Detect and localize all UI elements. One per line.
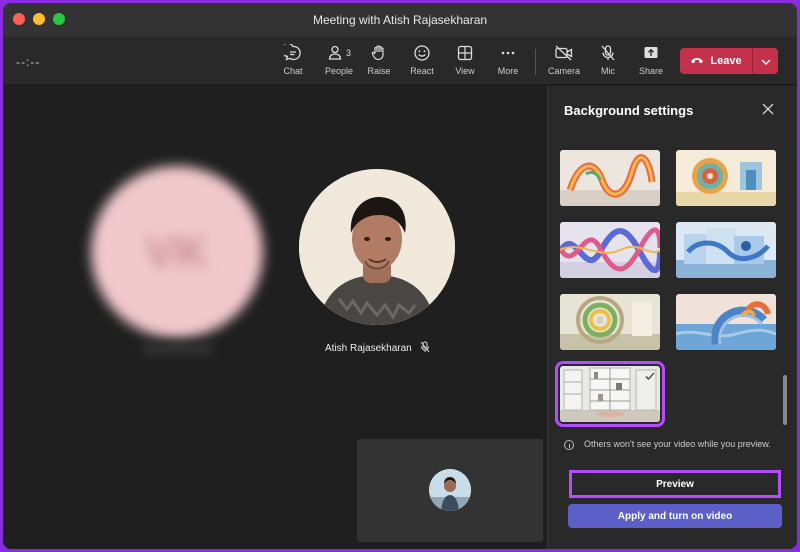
info-icon <box>564 440 574 450</box>
background-thumbnail-ring-tunnel[interactable] <box>560 294 660 350</box>
people-button[interactable]: 3 People <box>317 43 361 79</box>
view-button[interactable]: View <box>445 43 485 79</box>
self-view-tile[interactable] <box>357 439 543 542</box>
meeting-stage: VK Atish Rajasekharan <box>3 86 547 549</box>
background-thumbnail-blue-blocks[interactable] <box>676 222 776 278</box>
participant-name-row: Atish Rajasekharan <box>325 341 430 356</box>
chat-button[interactable]: Chat <box>273 43 313 79</box>
self-avatar <box>429 469 471 511</box>
blurred-participant-avatar: VK <box>91 166 263 338</box>
leave-label: Leave <box>710 55 742 67</box>
meeting-timer: --:-- <box>16 55 41 69</box>
preview-notice-text: Others won't see your video while you pr… <box>584 439 771 449</box>
raise-hand-icon <box>370 43 388 63</box>
background-thumbnail-bookshelf-room[interactable] <box>555 361 665 427</box>
blurred-participant-name <box>143 343 213 355</box>
window-controls <box>13 13 65 25</box>
selected-check-icon <box>644 369 656 381</box>
title-bar: Meeting with Atish Rajasekharan <box>3 3 797 37</box>
background-thumbnail-ribbon-wave[interactable] <box>560 150 660 206</box>
minimize-window-button[interactable] <box>33 13 45 25</box>
participant-initials: VK <box>145 226 209 278</box>
camera-button[interactable]: Camera <box>544 43 584 79</box>
react-button[interactable]: React <box>402 43 442 79</box>
close-icon <box>760 103 776 121</box>
camera-label: Camera <box>547 66 580 76</box>
background-settings-panel: Background settings Others won't see you… <box>547 86 797 549</box>
app-window: Meeting with Atish Rajasekharan --:-- Ch… <box>3 3 797 549</box>
mic-off-icon <box>599 43 617 63</box>
close-panel-button[interactable] <box>760 101 776 117</box>
camera-off-icon <box>554 43 574 63</box>
view-label: View <box>455 66 475 76</box>
leave-options-button[interactable] <box>753 48 778 74</box>
mic-label: Mic <box>601 66 615 76</box>
apply-and-turn-on-video-button[interactable]: Apply and turn on video <box>568 504 782 528</box>
raise-label: Raise <box>367 66 391 76</box>
chevron-down-icon <box>761 52 771 70</box>
panel-title: Background settings <box>564 103 694 118</box>
participant-avatar <box>299 169 455 325</box>
leave-button[interactable]: Leave <box>680 48 752 74</box>
mic-button[interactable]: Mic <box>588 43 628 79</box>
share-icon <box>642 43 660 63</box>
raise-hand-button[interactable]: Raise <box>359 43 399 79</box>
toolbar-divider <box>535 49 536 75</box>
zoom-window-button[interactable] <box>53 13 65 25</box>
window-title: Meeting with Atish Rajasekharan <box>312 13 488 27</box>
share-button[interactable]: Share <box>631 43 671 79</box>
preview-notice: Others won't see your video while you pr… <box>564 438 774 451</box>
close-window-button[interactable] <box>13 13 25 25</box>
leave-button-group: Leave <box>680 48 778 74</box>
panel-scrollbar[interactable] <box>783 375 787 425</box>
more-button[interactable]: More <box>488 43 528 79</box>
mic-muted-icon <box>420 341 430 356</box>
background-thumbnail-helix-ribbon[interactable] <box>560 222 660 278</box>
people-count-badge: 3 <box>345 48 351 58</box>
meeting-toolbar: --:-- Chat 3 People Raise React View Mor… <box>3 37 797 85</box>
people-icon: 3 <box>327 43 351 63</box>
react-icon <box>413 43 431 63</box>
react-label: React <box>410 66 434 76</box>
preview-button[interactable]: Preview <box>569 470 781 498</box>
more-icon <box>499 43 517 63</box>
participant-name: Atish Rajasekharan <box>325 343 412 354</box>
more-label: More <box>497 66 519 76</box>
people-label: People <box>324 66 354 76</box>
chat-icon <box>284 43 302 63</box>
background-thumbnail-paper-flower[interactable] <box>676 150 776 206</box>
chat-label: Chat <box>283 66 303 76</box>
hang-up-icon <box>690 55 704 68</box>
background-thumbnail-ocean-arch[interactable] <box>676 294 776 350</box>
view-icon <box>456 43 474 63</box>
share-label: Share <box>638 66 664 76</box>
